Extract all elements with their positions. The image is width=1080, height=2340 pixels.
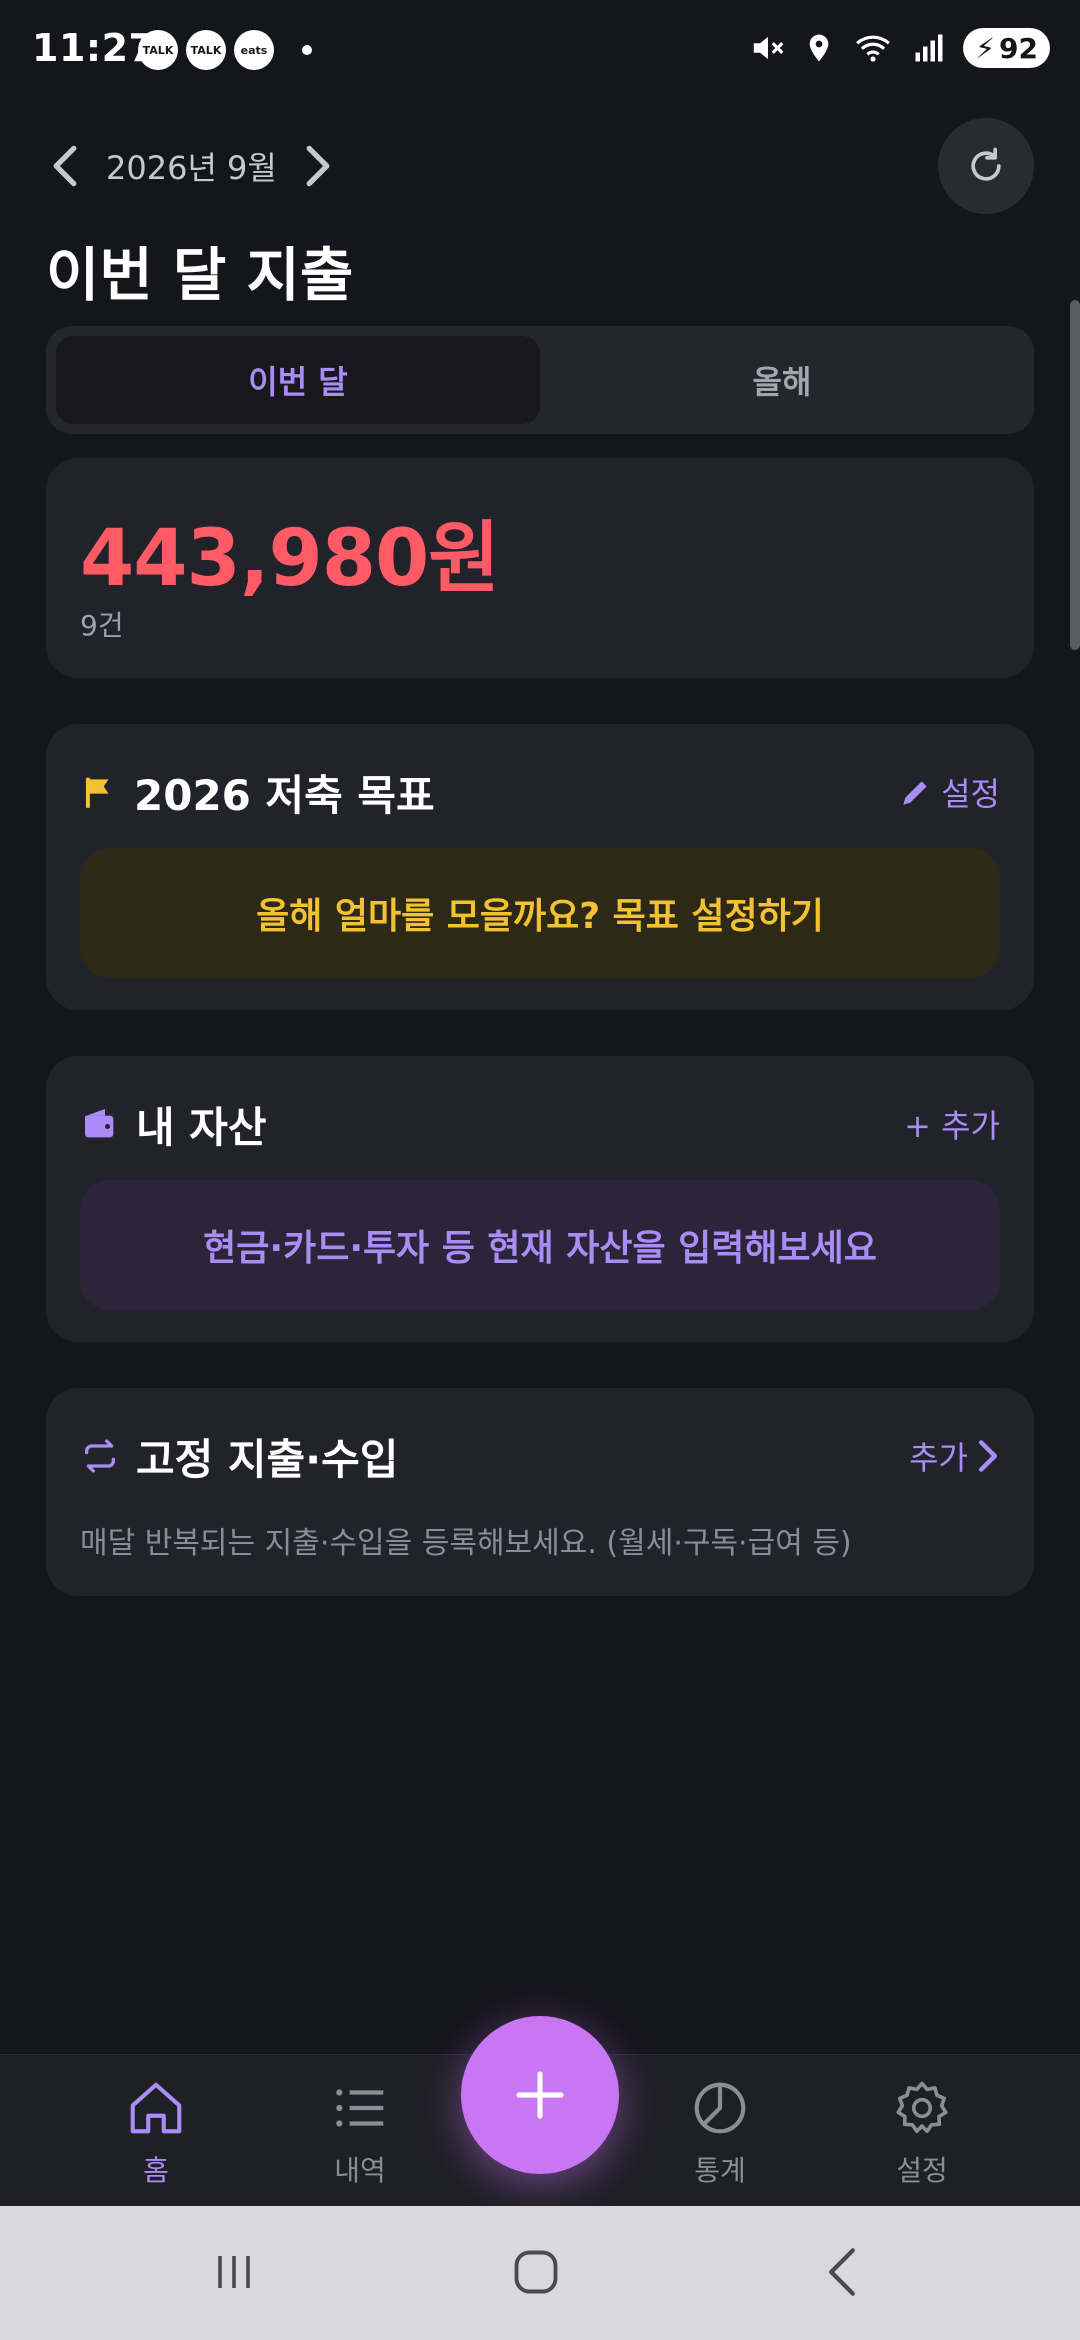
system-navigation-bar [0, 2206, 1080, 2340]
recurring-card-title: 고정 지출·수입 [136, 1434, 399, 1484]
chevron-right-icon[interactable] [303, 144, 333, 188]
month-navigation: 2026년 9월 [50, 138, 333, 194]
list-icon [336, 2089, 384, 2127]
notification-icons: TALK TALK eats [138, 30, 312, 70]
chevron-left-icon[interactable] [50, 144, 80, 188]
goal-settings-button[interactable]: 설정 [899, 762, 1000, 822]
kakaotalk-icon: TALK [138, 30, 178, 70]
tab-this-month[interactable]: 이번 달 [56, 336, 540, 424]
total-amount: 443,980원 [80, 514, 500, 604]
more-notifications-icon [302, 45, 312, 55]
add-transaction-button[interactable] [461, 2016, 619, 2174]
nav-history-label: 내역 [334, 2154, 386, 2187]
tab-this-year[interactable]: 올해 [540, 336, 1024, 424]
nav-history[interactable]: 내역 [300, 2077, 420, 2189]
chevron-right-icon [978, 1440, 998, 1472]
scrollbar[interactable] [1070, 300, 1080, 650]
status-time: 11:27 [32, 26, 156, 70]
mute-icon [754, 36, 784, 60]
system-status-icons: ⚡ 92 [749, 28, 1050, 68]
add-recurring-button[interactable]: 추가 [909, 1426, 1000, 1486]
recent-apps-button[interactable] [204, 2242, 264, 2302]
recurring-description: 매달 반복되는 지출·수입을 등록해보세요. (월세·구독·급여 등) [80, 1526, 852, 1561]
charging-icon: ⚡ [975, 31, 996, 65]
refresh-button[interactable] [938, 118, 1034, 214]
page-title: 이번 달 지출 [46, 241, 354, 309]
kakaotalk-icon: TALK [186, 30, 226, 70]
nav-stats[interactable]: 통계 [660, 2077, 780, 2189]
period-segmented-control: 이번 달 올해 [46, 326, 1034, 434]
my-assets-card: 내 자산 + 추가 현금·카드·투자 등 현재 자산을 입력해보세요 [46, 1056, 1034, 1342]
asset-card-title: 내 자산 [136, 1102, 267, 1152]
location-icon [810, 34, 829, 62]
nav-home-label: 홈 [143, 2154, 169, 2187]
screen: 11:27 TALK TALK eats ⚡ 92 2026년 9월 이번 달 … [0, 0, 1080, 2340]
battery-level: 92 [999, 31, 1038, 65]
savings-goal-card: 2026 저축 목표 설정 올해 얼마를 모을까요? 목표 설정하기 [46, 724, 1034, 1010]
spending-summary-card: 443,980원 9건 [46, 458, 1034, 678]
pencil-icon [903, 781, 927, 805]
status-bar: 11:27 TALK TALK eats ⚡ 92 [0, 0, 1080, 100]
flag-icon [85, 777, 109, 808]
recurring-card: 고정 지출·수입 추가 매달 반복되는 지출·수입을 등록해보세요. (월세·구… [46, 1388, 1034, 1596]
asset-card-header: 내 자산 + 추가 [80, 1094, 1000, 1154]
goal-card-header: 2026 저축 목표 설정 [80, 762, 1000, 822]
gear-icon [896, 2081, 948, 2134]
goal-settings-label: 설정 [941, 775, 1000, 813]
add-asset-button[interactable]: + 추가 [904, 1094, 1000, 1154]
goal-card-title: 2026 저축 목표 [134, 770, 435, 820]
nav-stats-label: 통계 [694, 2154, 746, 2187]
home-outline-icon [514, 2250, 558, 2294]
repeat-icon [85, 1439, 116, 1473]
coupang-eats-icon: eats [234, 30, 274, 70]
add-recurring-label: 추가 [909, 1439, 968, 1477]
wifi-icon [856, 35, 891, 62]
recurring-card-header: 고정 지출·수입 추가 [80, 1426, 1000, 1486]
battery-indicator: ⚡ 92 [963, 28, 1050, 68]
home-button[interactable] [506, 2242, 566, 2302]
month-label: 2026년 9월 [106, 149, 277, 187]
home-icon [130, 2082, 182, 2134]
plus-icon [516, 2071, 564, 2119]
add-asset-banner[interactable]: 현금·카드·투자 등 현재 자산을 입력해보세요 [80, 1180, 1000, 1310]
recent-apps-icon [218, 2256, 250, 2288]
pie-chart-icon [694, 2082, 746, 2134]
wallet-icon [85, 1109, 114, 1138]
nav-home[interactable]: 홈 [96, 2077, 216, 2189]
nav-settings-label: 설정 [896, 2154, 948, 2187]
set-goal-banner[interactable]: 올해 얼마를 모을까요? 목표 설정하기 [80, 848, 1000, 978]
refresh-icon [971, 147, 1001, 181]
nav-settings[interactable]: 설정 [862, 2077, 982, 2189]
signal-icon [915, 34, 943, 62]
transaction-count: 9건 [80, 609, 124, 642]
back-icon [829, 2248, 855, 2296]
back-button[interactable] [812, 2242, 872, 2302]
